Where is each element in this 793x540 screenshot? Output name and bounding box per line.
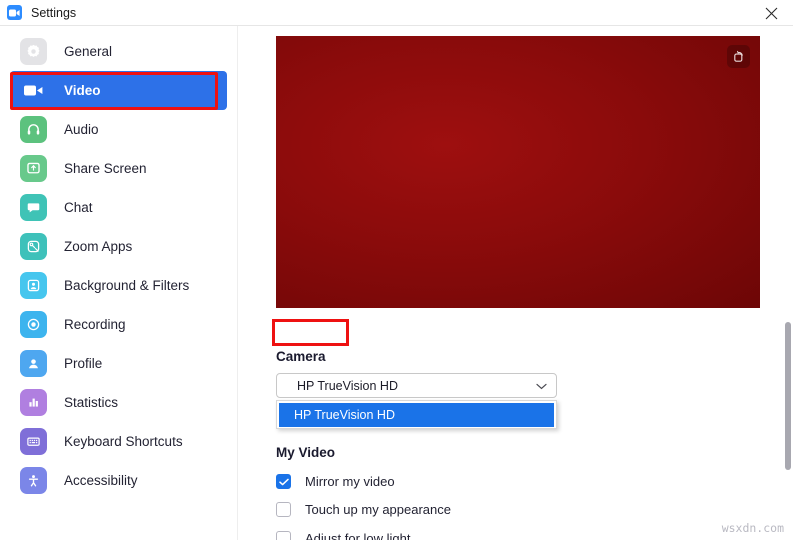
checkmark-icon [278,478,289,485]
gear-icon [20,38,47,65]
sidebar-item-label: Chat [64,200,93,215]
camera-select[interactable]: HP TrueVision HD [276,373,557,398]
adjust-for-low-light-label: Adjust for low light [305,531,411,540]
close-button[interactable] [749,0,793,26]
record-circle-icon [20,311,47,338]
keyboard-icon [20,428,47,455]
adjust-for-low-light-checkbox[interactable] [276,531,291,540]
touch-up-my-appearance-label: Touch up my appearance [305,502,451,517]
mirror-my-video-checkbox[interactable] [276,474,291,489]
sidebar-item-share-screen[interactable]: Share Screen [10,149,227,188]
bar-chart-icon [20,389,47,416]
sidebar-item-label: Audio [64,122,99,137]
share-screen-icon [20,155,47,182]
headphones-icon [20,116,47,143]
touch-up-my-appearance-checkbox[interactable] [276,502,291,517]
video-settings-panel: Camera HP TrueVision HD HP TrueVision HD… [239,26,793,540]
scrollbar-thumb[interactable] [785,322,791,470]
sidebar-item-audio[interactable]: Audio [10,110,227,149]
sidebar-item-video[interactable]: Video [10,71,227,110]
rotate-camera-icon [733,50,743,62]
touch-up-my-appearance-row[interactable]: Touch up my appearance [276,502,451,517]
rotate-camera-button[interactable] [727,45,750,68]
sidebar-item-statistics[interactable]: Statistics [10,383,227,422]
sidebar-item-zoom-apps[interactable]: Zoom Apps [10,227,227,266]
sidebar-item-label: Video [64,83,101,98]
camera-section-label: Camera [276,349,326,364]
my-video-section-label: My Video [276,445,336,460]
camera-preview [276,36,760,308]
mirror-my-video-label: Mirror my video [305,474,395,489]
zoom-apps-icon [20,233,47,260]
video-camera-icon [20,77,47,104]
sidebar-item-general[interactable]: General [10,32,227,71]
adjust-for-low-light-row[interactable]: Adjust for low light [276,531,411,540]
chevron-down-icon [536,377,547,395]
sidebar-item-keyboard-shortcuts[interactable]: Keyboard Shortcuts [10,422,227,461]
sidebar-item-label: Recording [64,317,126,332]
settings-scrollbar[interactable] [782,26,793,540]
sidebar-item-label: Statistics [64,395,119,410]
sidebar-item-label: Background & Filters [64,278,190,293]
sidebar-item-recording[interactable]: Recording [10,305,227,344]
camera-dropdown-option[interactable]: HP TrueVision HD [279,403,554,427]
zoom-camera-icon [7,5,22,20]
chat-bubble-icon [20,194,47,221]
mirror-my-video-row[interactable]: Mirror my video [276,474,395,489]
watermark: wsxdn.com [721,521,784,535]
sidebar-item-label: Keyboard Shortcuts [64,434,183,449]
accessibility-icon [20,467,47,494]
person-icon [20,350,47,377]
background-filters-icon [20,272,47,299]
title-bar: Settings [0,0,793,26]
sidebar-item-label: Profile [64,356,103,371]
sidebar-item-chat[interactable]: Chat [10,188,227,227]
close-icon [765,7,777,19]
window-title: Settings [31,5,77,20]
camera-dropdown-option-label: HP TrueVision HD [294,408,395,422]
sidebar-item-label: General [64,44,113,59]
sidebar-item-accessibility[interactable]: Accessibility [10,461,227,500]
sidebar-item-label: Zoom Apps [64,239,133,254]
sidebar-item-label: Accessibility [64,473,138,488]
settings-window: Settings General Video Audio Share Scree… [0,0,793,540]
camera-select-value: HP TrueVision HD [297,378,398,393]
sidebar-item-profile[interactable]: Profile [10,344,227,383]
sidebar-item-background-filters[interactable]: Background & Filters [10,266,227,305]
camera-dropdown-list: HP TrueVision HD [276,400,557,429]
settings-sidebar: General Video Audio Share Screen Chat Zo… [0,26,238,540]
sidebar-item-label: Share Screen [64,161,147,176]
